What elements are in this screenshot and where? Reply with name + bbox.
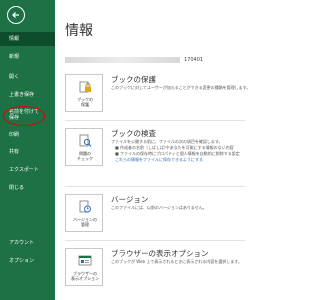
section-browser-view: ブラウザーの 表示オプション ブラウザーの表示オプション このブックが Web … (65, 248, 245, 292)
versions-icon (79, 200, 91, 213)
versions-description: このファイルには、以前のバージョンはありません。 (111, 205, 207, 210)
back-button[interactable] (7, 6, 25, 24)
section-protect: ブックの 保護 ブックの保護 このブックに対してユーザーが加えることができる変更… (65, 74, 250, 118)
sidebar-item-close[interactable]: 閉じる (0, 181, 55, 195)
page-title: 情報 (65, 23, 93, 39)
file-path: 170401 (65, 56, 225, 64)
sidebar-item-account[interactable]: アカウント (0, 236, 55, 250)
protect-description: このブックに対してユーザーが加えることができる変更の種類を管理します。 (111, 85, 251, 90)
check-issues-label: 問題の チェック (77, 151, 93, 161)
protect-title: ブックの保護 (111, 75, 156, 84)
manage-versions-label: バージョンの 管理 (73, 217, 97, 227)
browser-view-options-label: ブラウザーの 表示オプション (71, 271, 99, 281)
sidebar-item-save-as[interactable]: 名前を付けて保存 (0, 107, 40, 123)
divider (65, 120, 245, 121)
info-pane: 情報 170401 ブックの 保護 ブックの保護 このブックに対してユーザーが加… (55, 0, 250, 300)
browser-view-options-button[interactable]: ブラウザーの 表示オプション (65, 248, 103, 286)
divider (65, 186, 245, 187)
browser-view-title: ブラウザーの表示オプション (111, 249, 209, 258)
inspect-bullets: ■ 作成者の名前（しばしば)やあなたを可能にする情報のない内容 ■ ファイルの保… (115, 145, 240, 157)
inspect-document-icon (79, 134, 92, 147)
back-arrow-icon (12, 12, 19, 18)
protect-workbook-button[interactable]: ブックの 保護 (65, 74, 103, 112)
sidebar-item-save[interactable]: 上書き保存 (0, 88, 55, 102)
path-redacted (65, 57, 180, 63)
section-versions: バージョンの 管理 バージョン このファイルには、以前のバージョンはありません。 (65, 194, 245, 238)
sidebar-item-options[interactable]: オプション (0, 254, 55, 268)
divider (65, 240, 245, 241)
sidebar-item-export[interactable]: エクスポート (0, 163, 55, 177)
path-suffix: 170401 (184, 57, 204, 63)
check-issues-button[interactable]: 問題の チェック (65, 128, 103, 166)
sidebar-item-share[interactable]: 共有 (0, 145, 55, 159)
lock-icon (79, 81, 91, 93)
sidebar-item-print[interactable]: 印刷 (0, 128, 55, 142)
protect-button-label: ブックの 保護 (77, 97, 93, 107)
section-inspect: 問題の チェック ブックの検査 ファイルを公開する前に、ファイルの次の項目を確認… (65, 128, 245, 172)
versions-title: バージョン (111, 195, 149, 204)
inspect-title: ブックの検査 (111, 129, 156, 138)
sidebar-item-info[interactable]: 情報 (0, 32, 55, 46)
sidebar-item-open[interactable]: 開く (0, 70, 55, 84)
allow-save-info-link[interactable]: これらの情報をファイルに保存できるようにする (115, 157, 203, 163)
manage-versions-button[interactable]: バージョンの 管理 (65, 194, 103, 232)
sidebar-item-new[interactable]: 新規 (0, 50, 55, 64)
browser-options-icon (78, 255, 92, 266)
browser-view-description: このブックが Web 上で表示されるときに表示される内容を選択します。 (111, 259, 242, 264)
backstage-sidebar: 情報 新規 開く 上書き保存 名前を付けて保存 印刷 共有 エクスポート 閉じる… (0, 0, 55, 300)
